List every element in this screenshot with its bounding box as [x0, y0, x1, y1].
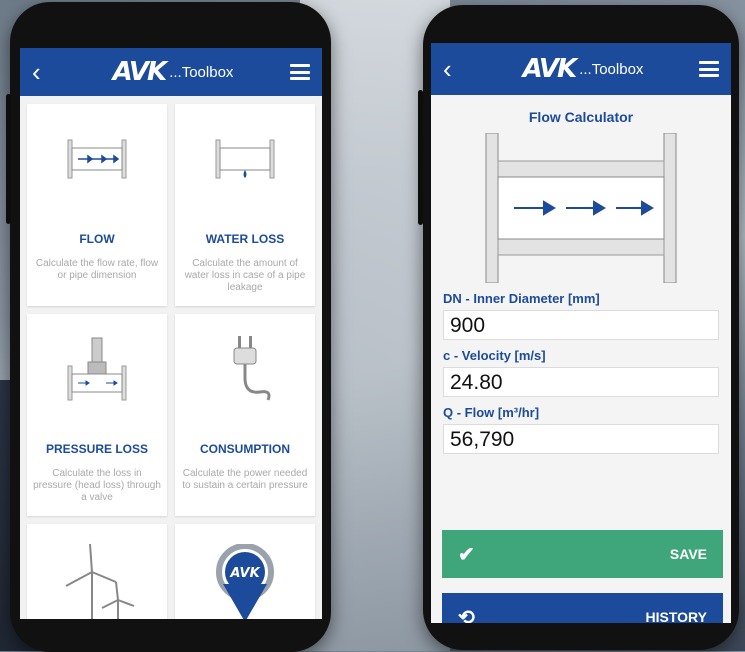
avk-pin-icon: AVK — [216, 544, 274, 619]
tile-desc: Calculate the power needed to sustain a … — [182, 468, 308, 491]
field-label-diameter: DN - Inner Diameter [mm] — [443, 291, 600, 306]
history-icon: ⟲ — [458, 606, 475, 624]
toolbox-screen: ‹ AVK ...Toolbox FLOW Calculate the flow… — [20, 48, 322, 619]
avk-logo: AVK — [112, 57, 168, 87]
tile-wind[interactable] — [27, 524, 167, 619]
brand-text: ...Toolbox — [169, 63, 234, 81]
water-leak-icon — [215, 139, 275, 179]
top-bar: ‹ AVK ...Toolbox — [431, 43, 731, 95]
diameter-input[interactable]: 900 — [443, 310, 719, 340]
tool-grid: FLOW Calculate the flow rate, flow or pi… — [20, 96, 322, 619]
tile-water-loss[interactable]: WATER LOSS Calculate the amount of water… — [175, 104, 315, 306]
history-button[interactable]: ⟲ HISTORY — [442, 593, 723, 623]
hamburger-menu-icon[interactable] — [289, 64, 310, 80]
tile-avk[interactable]: AVK — [175, 524, 315, 619]
valve-icon — [67, 337, 127, 401]
tile-flow[interactable]: FLOW Calculate the flow rate, flow or pi… — [27, 104, 167, 306]
velocity-input[interactable]: 24.80 — [443, 367, 719, 397]
top-bar: ‹ AVK ...Toolbox — [20, 48, 322, 96]
brand: AVK ...Toolbox — [113, 57, 234, 87]
pipe-flow-icon — [485, 133, 677, 283]
brand: AVK ...Toolbox — [523, 54, 644, 84]
page-title: Flow Calculator — [528, 109, 634, 125]
flow-calculator-screen: ‹ AVK ...Toolbox Flow Calculator DN - In… — [431, 43, 731, 623]
tile-desc: Calculate the flow rate, flow or pipe di… — [35, 258, 159, 281]
tile-desc: Calculate the loss in pressure (head los… — [33, 468, 161, 503]
tile-pressure-loss[interactable]: PRESSURE LOSS Calculate the loss in pres… — [27, 314, 167, 516]
side-button — [418, 90, 423, 225]
field-label-flow: Q - Flow [m³/hr] — [443, 405, 540, 420]
tile-title: FLOW — [79, 232, 115, 246]
tile-title: WATER LOSS — [205, 232, 285, 246]
hamburger-menu-icon[interactable] — [698, 61, 719, 77]
tile-consumption[interactable]: CONSUMPTION Calculate the power needed t… — [175, 314, 315, 516]
phone-left: ‹ AVK ...Toolbox FLOW Calculate the flow… — [6, 2, 331, 652]
wind-turbine-icon — [65, 543, 135, 619]
tile-title: PRESSURE LOSS — [45, 442, 149, 456]
check-icon: ✔ — [458, 543, 475, 566]
save-label: SAVE — [669, 546, 707, 562]
side-button — [6, 94, 11, 224]
save-button[interactable]: ✔ SAVE — [442, 530, 723, 578]
flow-input[interactable]: 56,790 — [443, 424, 719, 454]
pipe-flow-icon — [67, 139, 127, 179]
history-label: HISTORY — [645, 609, 707, 623]
power-plug-icon — [233, 336, 271, 401]
tile-title: CONSUMPTION — [200, 442, 290, 456]
svg-text:AVK: AVK — [229, 566, 260, 581]
brand-text: ...Toolbox — [579, 60, 644, 78]
back-arrow-icon[interactable]: ‹ — [32, 57, 56, 88]
back-arrow-icon[interactable]: ‹ — [443, 54, 467, 85]
phone-right: ‹ AVK ...Toolbox Flow Calculator DN - In… — [418, 5, 739, 650]
tile-desc: Calculate the amount of water loss in ca… — [184, 258, 306, 293]
avk-logo: AVK — [522, 54, 578, 84]
field-label-velocity: c - Velocity [m/s] — [443, 348, 546, 363]
